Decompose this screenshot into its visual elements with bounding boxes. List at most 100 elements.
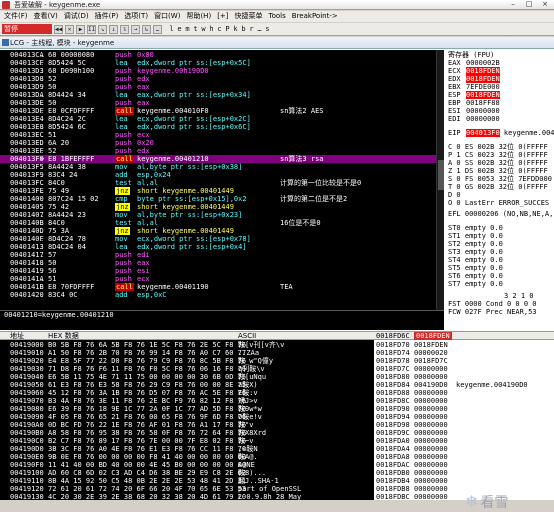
- memory-row[interactable]: 00419120 72 61 20 61 72 74 20 6F 66 20 4F…: [0, 485, 374, 493]
- stack-row[interactable]: 0018FDBC 00000000: [374, 493, 554, 500]
- disasm-row[interactable]: 0040141A. 51 push ecx: [0, 275, 436, 283]
- disassembly-pane[interactable]: 004013CA. 68 00000080 push 0x80 004013CF. 8D5…: [0, 50, 436, 310]
- toolbar-button[interactable]: …: [153, 24, 162, 34]
- register-ebx[interactable]: EBX 7EFDE000: [448, 83, 552, 91]
- stack-row[interactable]: 0018FDB0 00000000: [374, 469, 554, 477]
- disasm-row[interactable]: 004013D3. 68 D090h100 push keygenme.00h190D…: [0, 67, 436, 75]
- memory-row[interactable]: 00419080 E6 39 F8 76 18 9E 1C 77 2A 0F 1C…: [0, 405, 374, 413]
- disasm-row[interactable]: 004013CF. 8D5424 5C lea edx,dword ptr ss:[e…: [0, 59, 436, 67]
- stack-row[interactable]: 0018FDA4 00000000: [374, 445, 554, 453]
- disasm-row[interactable]: 0040141B. E8 70FDFFFF call keygenme.0040119…: [0, 283, 436, 291]
- toolbar-window-button[interactable]: …: [256, 25, 263, 33]
- stack-row[interactable]: 0018FD84 004190D0 keygenme.004190D0: [374, 381, 554, 389]
- menu-item[interactable]: 选项(T): [124, 11, 148, 22]
- memory-row[interactable]: 004190B0 A8 58 F8 76 95 38 F8 76 58 0F F8…: [0, 429, 374, 437]
- stack-row[interactable]: 0018FD78 0018FD7C: [374, 357, 554, 365]
- disasm-row[interactable]: 0040140D. 75 3A jnz short keygenme.00401449: [0, 227, 436, 235]
- disasm-row[interactable]: 004013E8. 8D5424 6C lea edx,dword ptr ss:[e…: [0, 123, 436, 131]
- menu-item[interactable]: [+]: [217, 11, 228, 22]
- memory-row[interactable]: 00419090 4F 05 F8 76 65 21 F8 76 00 65 F8…: [0, 413, 374, 421]
- stack-row[interactable]: 0018FD88 00000000: [374, 389, 554, 397]
- memory-row[interactable]: 00419000 B0 5B F8 76 6A 5B F8 76 1E 5C F8…: [0, 341, 374, 349]
- toolbar-window-button[interactable]: t: [192, 25, 199, 33]
- registers-pane[interactable]: 寄存器 (FPU) EAX 0000002B ECX 0018FDEN EDX 0018FD…: [444, 50, 554, 335]
- register-ebp[interactable]: EBP 0018FF88: [448, 99, 552, 107]
- stack-row[interactable]: 0018FD98 00000000: [374, 421, 554, 429]
- disasm-row[interactable]: 004013EC. 51 push ecx: [0, 131, 436, 139]
- disasm-row[interactable]: 004013F5. 8A4424 38 mov al,byte ptr ss:[esp…: [0, 163, 436, 171]
- stack-row[interactable]: 0018FD74 00000020: [374, 349, 554, 357]
- disasm-row[interactable]: 004013DF. E8 0CFDFFFF call keygenme.004010F…: [0, 107, 436, 115]
- memory-row[interactable]: 00419030 71 D8 F8 76 F6 11 F8 76 F0 5C F8…: [0, 365, 374, 373]
- menu-item[interactable]: 调试(D): [64, 11, 89, 22]
- disasm-row[interactable]: 004013E4. 8D4C24 2C lea ecx,dword ptr ss:[e…: [0, 115, 436, 123]
- disasm-row[interactable]: 004013F0 > E8 1BFEFFFF call keygenme.0040121…: [0, 155, 436, 163]
- disasm-row[interactable]: 0040140F. 8D4C24 78 mov ecx,dword ptr ss:[e…: [0, 235, 436, 243]
- menu-item[interactable]: 查看(V): [34, 11, 58, 22]
- disasm-row[interactable]: 004013FC. 84C0 test al,al 计算的第一位比较是不是0: [0, 179, 436, 187]
- stack-row[interactable]: 0018FDA0 00000000: [374, 437, 554, 445]
- disasm-row[interactable]: 004013F9. 83C4 24 add esp,0x24: [0, 171, 436, 179]
- toolbar-window-button[interactable]: b: [240, 25, 247, 33]
- memory-row[interactable]: 00419020 E4 E8 5F 77 22 D0 F8 76 79 C9 F8…: [0, 357, 374, 365]
- disassembly-scrollbar[interactable]: [436, 50, 444, 310]
- stack-pane[interactable]: 0018FD70 0018FDEN 0018FD74 00000020 0018FD78…: [374, 340, 554, 500]
- disasm-row[interactable]: 004013DA. 8D4424 34 lea eax,dword ptr ss:[e…: [0, 91, 436, 99]
- disasm-row[interactable]: 00401417. 57 push edi: [0, 251, 436, 259]
- disasm-row[interactable]: 00401418. 50 push eax: [0, 259, 436, 267]
- disasm-row[interactable]: 0040140B. 84C0 test al,al 16位是不是0: [0, 219, 436, 227]
- stack-row[interactable]: 0018FDB4 00000000: [374, 477, 554, 485]
- memory-row[interactable]: 00419060 45 12 F8 76 3A 1B F8 76 D5 07 F8…: [0, 389, 374, 397]
- menu-item[interactable]: BreakPoint->: [292, 11, 338, 22]
- stack-row[interactable]: 0018FDAC 00000000: [374, 461, 554, 469]
- memory-row[interactable]: 00419130 4C 20 30 2E 39 2E 38 68 20 32 38…: [0, 493, 374, 500]
- register-eax[interactable]: EAX 0000002B: [448, 59, 552, 67]
- stack-row[interactable]: 0018FD9C 00000000: [374, 429, 554, 437]
- memory-row[interactable]: 00419070 B3 4A F8 76 3E 11 F8 76 2E BC F9…: [0, 397, 374, 405]
- stack-row[interactable]: 0018FDB8 00000000: [374, 485, 554, 493]
- toolbar-window-button[interactable]: k: [232, 25, 239, 33]
- menu-item[interactable]: 窗口(W): [154, 11, 180, 22]
- stack-row[interactable]: 0018FD7C 00000000: [374, 365, 554, 373]
- memory-row[interactable]: 00419110 8B 4A 15 92 50 C5 48 0B 2E 2E 2E…: [0, 477, 374, 485]
- stack-row[interactable]: 0018FD94 00000000: [374, 413, 554, 421]
- disasm-row[interactable]: 004013D8. 52 push edx: [0, 75, 436, 83]
- memory-row[interactable]: 00419050 61 E3 F8 76 E3 58 F8 76 29 C9 F8…: [0, 381, 374, 389]
- toolbar-window-button[interactable]: h: [208, 25, 215, 33]
- memory-dump-pane[interactable]: 00419000 B0 5B F8 76 6A 5B F8 76 1E 5C F8…: [0, 340, 374, 500]
- toolbar-window-button[interactable]: w: [200, 25, 207, 33]
- register-edx[interactable]: EDX 0018FDEN: [448, 75, 552, 83]
- disasm-row[interactable]: 004013ED. 6A 20 push 0x20: [0, 139, 436, 147]
- memory-row[interactable]: 004190E0 9B 0E F8 76 00 00 00 00 F8 41 40…: [0, 453, 374, 461]
- disasm-row[interactable]: 00401405. 75 42 jnz short keygenme.00401449: [0, 203, 436, 211]
- register-esp[interactable]: ESP 0018FDEN: [448, 91, 552, 99]
- toolbar-button[interactable]: II: [87, 24, 96, 34]
- menu-item[interactable]: 插件(P): [95, 11, 119, 22]
- toolbar-window-button[interactable]: s: [264, 25, 271, 33]
- toolbar-window-button[interactable]: r: [248, 25, 255, 33]
- memory-row[interactable]: 004190F0 11 41 40 00 BD 40 00 00 4E 45 B0…: [0, 461, 374, 469]
- toolbar-window-button[interactable]: m: [184, 25, 191, 33]
- disasm-row[interactable]: 004013CA. 68 00000080 push 0x80: [0, 51, 436, 59]
- memory-row[interactable]: 00419040 E6 5B 11 75 4E 71 11 75 00 00 00…: [0, 373, 374, 381]
- toolbar-window-button[interactable]: e: [176, 25, 183, 33]
- disasm-row[interactable]: 004013DE. 50 push eax: [0, 99, 436, 107]
- disasm-row[interactable]: 00401407. 8A4424 23 mov al,byte ptr ss:[esp…: [0, 211, 436, 219]
- toolbar-button[interactable]: ↓: [109, 24, 118, 34]
- register-ecx[interactable]: ECX 0018FDEN: [448, 67, 552, 75]
- toolbar-button[interactable]: ✕: [65, 24, 74, 34]
- toolbar-button[interactable]: ↳: [142, 24, 151, 34]
- disasm-row[interactable]: 004013D9. 50 push eax: [0, 83, 436, 91]
- toolbar-window-button[interactable]: c: [216, 25, 223, 33]
- stack-row[interactable]: 0018FDA8 00000000: [374, 453, 554, 461]
- menu-item[interactable]: 快捷菜单: [235, 11, 263, 22]
- memory-row[interactable]: 00419010 A1 50 F8 76 2B 70 F8 76 99 14 F8…: [0, 349, 374, 357]
- menu-item[interactable]: 帮助(H): [186, 11, 211, 22]
- disasm-row[interactable]: 00401413. 8D4C24 04 lea edx,dword ptr ss:[e…: [0, 243, 436, 251]
- maximize-button[interactable]: □: [522, 0, 536, 9]
- menu-item[interactable]: Tools: [269, 11, 286, 22]
- disasm-row[interactable]: 00401400. 807C24 15 02 cmp byte ptr ss:[esp…: [0, 195, 436, 203]
- register-edi[interactable]: EDI 00000000: [448, 115, 552, 123]
- toolbar-button[interactable]: ◀◀: [54, 24, 63, 34]
- disasm-row[interactable]: 00401420. 83C4 0C add esp,0xC: [0, 291, 436, 299]
